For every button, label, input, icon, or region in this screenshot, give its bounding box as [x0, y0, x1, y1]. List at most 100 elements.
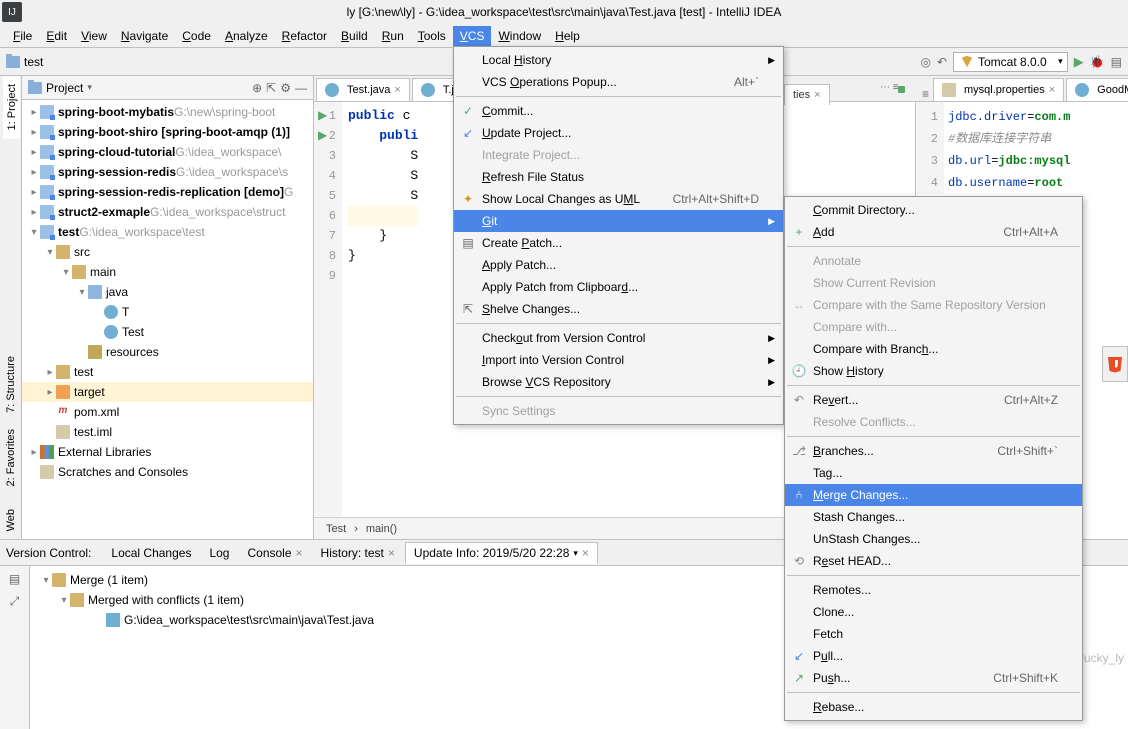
tree-row[interactable]: ▸spring-session-redis-replication [demo]…	[22, 182, 313, 202]
tree-row[interactable]: T	[22, 302, 313, 322]
menu-item[interactable]: Commit Directory...	[785, 199, 1082, 221]
menu-vcs[interactable]: VCS	[453, 26, 492, 46]
tree-row[interactable]: test.iml	[22, 422, 313, 442]
stripe-tab-favorites[interactable]: 2: Favorites	[3, 421, 19, 494]
menu-item[interactable]: Local History▶	[454, 49, 783, 71]
menu-item[interactable]: ↙Pull...	[785, 645, 1082, 667]
debug-button[interactable]: 🐞	[1090, 55, 1105, 69]
menu-item[interactable]: ↶Revert...Ctrl+Alt+Z	[785, 389, 1082, 411]
tree-row[interactable]: Test	[22, 322, 313, 342]
menu-edit[interactable]: Edit	[39, 26, 74, 46]
tree-row[interactable]: resources	[22, 342, 313, 362]
stripe-tab-web[interactable]: Web	[3, 501, 19, 539]
tree-row[interactable]: ▸spring-session-redis G:\idea_workspace\…	[22, 162, 313, 182]
vcs-tab[interactable]: Local Changes	[103, 543, 199, 563]
menu-item[interactable]: ⑃Merge Changes...	[785, 484, 1082, 506]
run-button[interactable]: ▶	[1074, 54, 1084, 70]
tree-arrow[interactable]: ▸	[28, 207, 40, 218]
menu-item[interactable]: Apply Patch...	[454, 254, 783, 276]
menu-build[interactable]: Build	[334, 26, 375, 46]
coverage-button[interactable]: ▤	[1111, 55, 1122, 69]
menu-code[interactable]: Code	[175, 26, 218, 46]
menu-item[interactable]: UnStash Changes...	[785, 528, 1082, 550]
close-icon[interactable]: ×	[394, 84, 400, 96]
menubar[interactable]: FileEditViewNavigateCodeAnalyzeRefactorB…	[0, 24, 1128, 48]
menu-item[interactable]: Fetch	[785, 623, 1082, 645]
menu-item[interactable]: +AddCtrl+Alt+A	[785, 221, 1082, 243]
tree-arrow[interactable]: ▾	[76, 287, 88, 298]
tree-row[interactable]: mpom.xml	[22, 402, 313, 422]
tree-arrow[interactable]: ▸	[44, 387, 56, 398]
close-icon[interactable]: ×	[296, 546, 303, 560]
editor-tab-fragment[interactable]: ties ×	[784, 84, 830, 105]
tree-row[interactable]: ▸struct2-exmaple G:\idea_workspace\struc…	[22, 202, 313, 222]
editor-tab[interactable]: GoodM	[1066, 78, 1128, 101]
html5-icon[interactable]	[1106, 355, 1124, 373]
vcs-menu-popup[interactable]: Local History▶VCS Operations Popup...Alt…	[453, 46, 784, 425]
menu-item[interactable]: ▤Create Patch...	[454, 232, 783, 254]
tree-row[interactable]: ▸spring-boot-mybatis G:\new\spring-boot	[22, 102, 313, 122]
gear-icon[interactable]: ⚙	[280, 81, 291, 95]
tree-arrow[interactable]: ▸	[28, 147, 40, 158]
tree-arrow[interactable]: ▾	[60, 267, 72, 278]
vcs-tree-row[interactable]: G:\idea_workspace\test\src\main\java\Tes…	[30, 610, 378, 630]
menu-refactor[interactable]: Refactor	[275, 26, 334, 46]
tree-row[interactable]: Scratches and Consoles	[22, 462, 313, 482]
tree-arrow[interactable]: ▸	[44, 367, 56, 378]
crumb-method[interactable]: main()	[366, 523, 397, 535]
editor-code[interactable]: jdbc.driver=com.m#数据库连接字符串db.url=jdbc:my…	[944, 102, 1070, 194]
tree-row[interactable]: ▸External Libraries	[22, 442, 313, 462]
menu-item[interactable]: 🕘Show History	[785, 360, 1082, 382]
left-stripe[interactable]: 1: Project 7: Structure 2: Favorites Web	[0, 76, 22, 539]
menu-item[interactable]: Clone...	[785, 601, 1082, 623]
tabs-overflow-icon[interactable]: ⋯ ≡	[880, 82, 899, 93]
back-icon[interactable]: ↶	[937, 55, 947, 69]
git-submenu-popup[interactable]: Commit Directory...+AddCtrl+Alt+AAnnotat…	[784, 196, 1083, 721]
editor-tab[interactable]: mysql.properties ×	[933, 78, 1064, 101]
menu-item[interactable]: ↗Push...Ctrl+Shift+K	[785, 667, 1082, 689]
tree-row[interactable]: ▸test	[22, 362, 313, 382]
menu-item[interactable]: Checkout from Version Control▶	[454, 327, 783, 349]
vcs-side-toolbar[interactable]: ▤ ⤢	[0, 566, 30, 729]
breadcrumb-item[interactable]: test	[24, 55, 43, 69]
expand-icon[interactable]: ⤢	[10, 594, 20, 609]
menu-item[interactable]: Rebase...	[785, 696, 1082, 718]
vcs-tree-row[interactable]: ▾Merge (1 item)	[30, 570, 378, 590]
target-icon[interactable]: ◎	[920, 55, 930, 69]
stripe-tab-project[interactable]: 1: Project	[3, 76, 20, 138]
scroll-from-icon[interactable]: ⊕	[252, 81, 262, 95]
tree-arrow[interactable]: ▾	[44, 247, 56, 258]
menu-item[interactable]: Tag...	[785, 462, 1082, 484]
menu-item[interactable]: Compare with Branch...	[785, 338, 1082, 360]
menu-navigate[interactable]: Navigate	[114, 26, 175, 46]
tree-arrow[interactable]: ▸	[28, 447, 40, 458]
menu-file[interactable]: File	[6, 26, 39, 46]
project-tree[interactable]: ▸spring-boot-mybatis G:\new\spring-boot▸…	[22, 100, 313, 484]
vcs-tab[interactable]: Update Info: 2019/5/20 22:28 ▾ ×	[405, 542, 598, 564]
menu-analyze[interactable]: Analyze	[218, 26, 275, 46]
menu-item[interactable]: Stash Changes...	[785, 506, 1082, 528]
tree-row[interactable]: ▾main	[22, 262, 313, 282]
tree-arrow[interactable]: ▾	[28, 227, 40, 238]
tree-row[interactable]: ▾java	[22, 282, 313, 302]
menu-item[interactable]: Git▶	[454, 210, 783, 232]
tree-row[interactable]: ▸spring-cloud-tutorial G:\idea_workspace…	[22, 142, 313, 162]
menu-item[interactable]: VCS Operations Popup...Alt+`	[454, 71, 783, 93]
tree-arrow[interactable]: ▸	[28, 127, 40, 138]
close-icon[interactable]: ×	[1049, 84, 1055, 96]
menu-item[interactable]: Browse VCS Repository▶	[454, 371, 783, 393]
menu-tools[interactable]: Tools	[411, 26, 453, 46]
crumb-class[interactable]: Test	[326, 523, 346, 535]
menu-help[interactable]: Help	[548, 26, 587, 46]
hide-icon[interactable]: —	[295, 81, 307, 95]
tree-row[interactable]: ▸spring-boot-shiro [spring-boot-amqp (1)…	[22, 122, 313, 142]
tree-arrow[interactable]: ▸	[28, 187, 40, 198]
tree-arrow[interactable]: ▸	[28, 107, 40, 118]
menu-run[interactable]: Run	[375, 26, 411, 46]
menu-item[interactable]: ⟲Reset HEAD...	[785, 550, 1082, 572]
menu-item[interactable]: Remotes...	[785, 579, 1082, 601]
breadcrumb[interactable]: test	[6, 55, 43, 69]
vcs-tab[interactable]: Console ×	[239, 543, 310, 563]
tree-row[interactable]: ▾src	[22, 242, 313, 262]
close-icon[interactable]: ×	[582, 546, 589, 560]
